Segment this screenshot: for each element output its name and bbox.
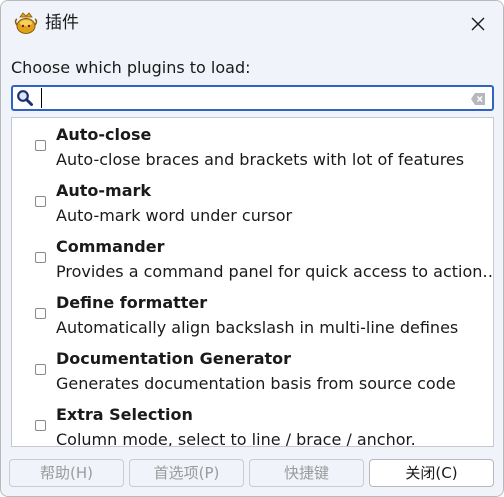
plugin-name: Documentation Generator <box>56 349 292 368</box>
plugin-name: Extra Selection <box>56 405 193 424</box>
plugin-item-commander[interactable]: Commander Provides a command panel for q… <box>12 230 493 286</box>
title-bar: 插件 <box>1 1 503 45</box>
plugin-checkbox[interactable] <box>35 364 46 375</box>
plugin-description: Column mode, select to line / brace / an… <box>56 430 416 447</box>
preferences-button[interactable]: 首选项(P) <box>129 459 244 487</box>
search-input[interactable] <box>41 88 464 108</box>
plugin-name: Define formatter <box>56 293 208 312</box>
plugin-list[interactable]: Auto-close Auto-close braces and bracket… <box>11 117 494 447</box>
search-field[interactable] <box>11 85 494 111</box>
plugin-item-auto-close[interactable]: Auto-close Auto-close braces and bracket… <box>12 118 493 174</box>
plugin-checkbox[interactable] <box>35 420 46 431</box>
plugin-description: Auto-close braces and brackets with lot … <box>56 150 465 169</box>
plugins-dialog: 插件 Choose which plugins to load: Auto-cl… <box>0 0 504 497</box>
search-icon <box>16 89 34 107</box>
plugin-checkbox[interactable] <box>35 252 46 263</box>
plugin-checkbox[interactable] <box>35 308 46 319</box>
plugin-name: Commander <box>56 237 165 256</box>
help-button[interactable]: 帮助(H) <box>9 459 124 487</box>
plugin-name: Auto-close <box>56 125 152 144</box>
plugin-description: Automatically align backslash in multi-l… <box>56 318 459 337</box>
plugin-name: Auto-mark <box>56 181 152 200</box>
plugin-description: Provides a command panel for quick acces… <box>56 262 492 281</box>
window-title: 插件 <box>45 13 79 33</box>
geany-app-icon <box>13 11 39 35</box>
plugin-description: Auto-mark word under cursor <box>56 206 293 225</box>
plugin-item-documentation-generator[interactable]: Documentation Generator Generates docume… <box>12 342 493 398</box>
close-button[interactable]: 关闭(C) <box>369 459 494 487</box>
plugin-item-auto-mark[interactable]: Auto-mark Auto-mark word under cursor <box>12 174 493 230</box>
close-icon <box>471 17 485 31</box>
plugin-checkbox[interactable] <box>35 140 46 151</box>
plugin-item-define-formatter[interactable]: Define formatter Automatically align bac… <box>12 286 493 342</box>
plugins-prompt: Choose which plugins to load: <box>11 58 251 77</box>
plugin-description: Generates documentation basis from sourc… <box>56 374 456 393</box>
plugin-checkbox[interactable] <box>35 196 46 207</box>
plugin-item-extra-selection[interactable]: Extra Selection Column mode, select to l… <box>12 398 493 447</box>
keybindings-button[interactable]: 快捷键 <box>249 459 364 487</box>
close-window-button[interactable] <box>465 11 491 37</box>
clear-search-icon[interactable] <box>470 91 486 105</box>
